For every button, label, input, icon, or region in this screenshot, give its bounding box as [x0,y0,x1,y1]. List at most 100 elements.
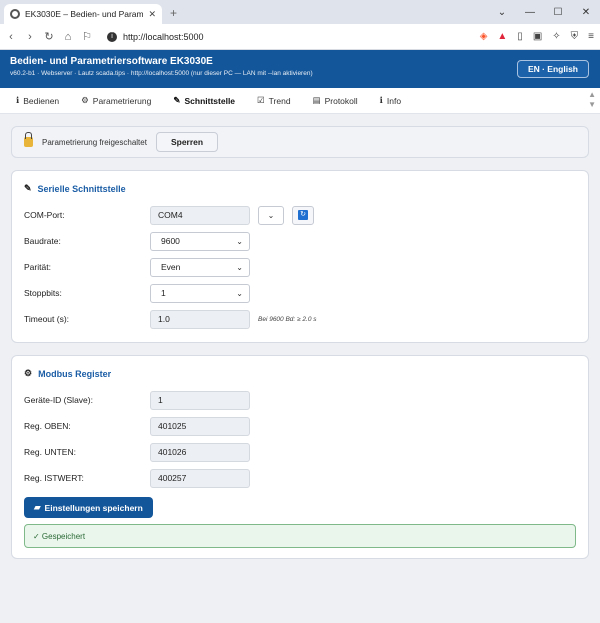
save-settings-label: Einstellungen speichern [44,502,143,513]
parity-label: Parität: [24,262,51,272]
tab-label: Parametrierung [92,95,152,106]
tab-protokoll[interactable]: ▤ Protokoll [313,95,358,106]
reg-istwert-field[interactable]: 400257 [150,468,250,488]
timeout-row: Timeout (s): 1.0 Bei 9600 Bd: ≥ 2.0 s [24,306,576,332]
site-info-icon[interactable]: i [107,31,117,42]
tab-label: Trend [268,95,291,106]
save-icon: ▰ [34,502,41,512]
saved-status: ✓ Gespeichert [24,524,576,548]
modbus-section: ⚙ Modbus Register Geräte-ID (Slave): 1 R… [11,355,589,559]
tab-parametrierung[interactable]: ⚙ Parametrierung [81,95,151,106]
rewards-icon[interactable]: ▲ [497,31,507,42]
info-icon: ℹ [379,95,383,105]
section-title: ✎ Serielle Schnittstelle [24,183,576,194]
url-text: http://localhost:5000 [123,31,204,42]
new-tab-button[interactable]: + [170,6,177,20]
reg-oben-field[interactable]: 401025 [150,416,250,436]
baud-select[interactable]: 9600 ⌄ [150,231,250,251]
minimize-button[interactable]: — [516,0,544,24]
timeout-label: Timeout (s): [24,314,70,324]
browser-tabstrip: EK3030E – Bedien- und Parameti ✕ + ⌄ — ☐… [0,0,600,24]
main-menu: ℹ Bedienen ⚙ Parametrierung ✎ Schnittstelle… [0,88,600,114]
timeout-field[interactable]: 1.0 [150,309,250,329]
leo-icon[interactable]: ✧ [552,31,560,42]
slave-label: Geräte-ID (Slave): [24,395,93,405]
baud-label: Baudrate: [24,236,61,246]
forward-icon[interactable]: › [25,31,35,43]
plug-icon: ✎ [173,95,181,105]
gear-icon: ⚙ [81,95,89,105]
lock-message: Parametrierung freigeschaltet [42,137,147,147]
tab-bedienen[interactable]: ℹ Bedienen [16,95,59,106]
section-title-text: Serielle Schnittstelle [37,183,126,194]
parity-select[interactable]: Even ⌄ [150,257,250,277]
globe-icon [10,9,20,19]
section-title: ⚙ Modbus Register [24,368,576,379]
close-window-button[interactable]: ✕ [572,0,600,24]
address-bar: ‹ › ↻ ⌂ ⚐ i http://localhost:5000 ◈ ▲ ▯ … [0,24,600,50]
reg-unten-label: Reg. UNTEN: [24,447,76,457]
app-title: Bedien- und Parametriersoftware EK3030E [10,56,213,67]
tab-schnittstelle[interactable]: ✎ Schnittstelle [173,95,235,106]
com-port-select[interactable]: ⌄ [258,205,284,225]
slave-row: Geräte-ID (Slave): 1 [24,387,576,413]
lock-button[interactable]: Sperren [155,132,219,152]
chevron-down-icon: ⌄ [236,236,243,246]
app-header: Bedien- und Parametriersoftware EK3030E … [0,50,600,88]
save-settings-button[interactable]: ▰ Einstellungen speichern [24,497,153,518]
reg-istwert-row: Reg. ISTWERT: 400257 [24,465,576,491]
section-title-text: Modbus Register [38,368,112,379]
url-field[interactable]: i http://localhost:5000 [101,28,471,46]
tab-label: Schnittstelle [184,95,236,106]
tab-label: Bedienen [23,95,60,106]
reload-icon[interactable]: ↻ [44,30,54,43]
stopbits-value: 1 [161,288,166,298]
serial-section: ✎ Serielle Schnittstelle COM-Port: COM4 … [11,170,589,343]
window-controls: ⌄ — ☐ ✕ [488,0,600,24]
brave-shield-icon[interactable]: ◈ [480,31,488,42]
com-port-field[interactable]: COM4 [150,205,250,225]
tab-trend[interactable]: ☑ Trend [257,95,291,106]
maximize-button[interactable]: ☐ [544,0,572,24]
wallet-icon[interactable]: ▣ [533,31,542,42]
com-port-row: COM-Port: COM4 ⌄ ↻ [24,202,576,228]
sidebar-icon[interactable]: ▯ [517,31,523,42]
parity-value: Even [161,262,181,272]
refresh-ports-button[interactable]: ↻ [292,205,314,225]
app-subtitle: v60.2-b1 · Webserver · Lautz scada.tips … [10,70,313,77]
browser-tab[interactable]: EK3030E – Bedien- und Parameti ✕ [4,4,162,24]
tab-info[interactable]: ℹ Info [380,95,401,106]
baud-value: 9600 [161,236,180,246]
menu-icon[interactable]: ≡ [588,31,594,42]
refresh-icon: ↻ [298,210,308,220]
chevron-down-icon: ⌄ [267,210,275,220]
tab-search-icon[interactable]: ⌄ [488,0,516,24]
home-icon[interactable]: ⌂ [63,31,73,43]
scroll-arrows-icon[interactable]: ▲ ▼ [588,90,596,110]
log-icon: ▤ [312,95,321,105]
bookmark-icon[interactable]: ⚐ [82,30,92,43]
reg-oben-row: Reg. OBEN: 401025 [24,413,576,439]
reg-unten-field[interactable]: 401026 [150,442,250,462]
stopbits-row: Stoppbits: 1 ⌄ [24,280,576,306]
back-icon[interactable]: ‹ [6,31,16,43]
page-content: Parametrierung freigeschaltet Sperren ✎ … [0,114,600,583]
lock-icon [24,132,33,147]
language-button[interactable]: EN · English [516,60,589,78]
chevron-down-icon: ⌄ [236,288,243,298]
tab-label: Info [386,95,402,106]
tab-label: Protokoll [324,95,358,106]
tab-title: EK3030E – Bedien- und Parameti [25,9,144,19]
parity-row: Parität: Even ⌄ [24,254,576,280]
modbus-icon: ⚙ [24,368,33,378]
com-port-label: COM-Port: [24,210,65,220]
toolbar-extensions: ◈ ▲ ▯ ▣ ✧ ⛨ ≡ [480,31,594,42]
slave-field[interactable]: 1 [150,390,250,410]
close-tab-icon[interactable]: ✕ [148,9,156,20]
timeout-hint: Bei 9600 Bd: ≥ 2.0 s [258,315,317,323]
baud-row: Baudrate: 9600 ⌄ [24,228,576,254]
stopbits-select[interactable]: 1 ⌄ [150,283,250,303]
lock-status-bar: Parametrierung freigeschaltet Sperren [11,126,589,158]
plug-icon: ✎ [24,183,32,193]
vpn-icon[interactable]: ⛨ [571,31,579,42]
